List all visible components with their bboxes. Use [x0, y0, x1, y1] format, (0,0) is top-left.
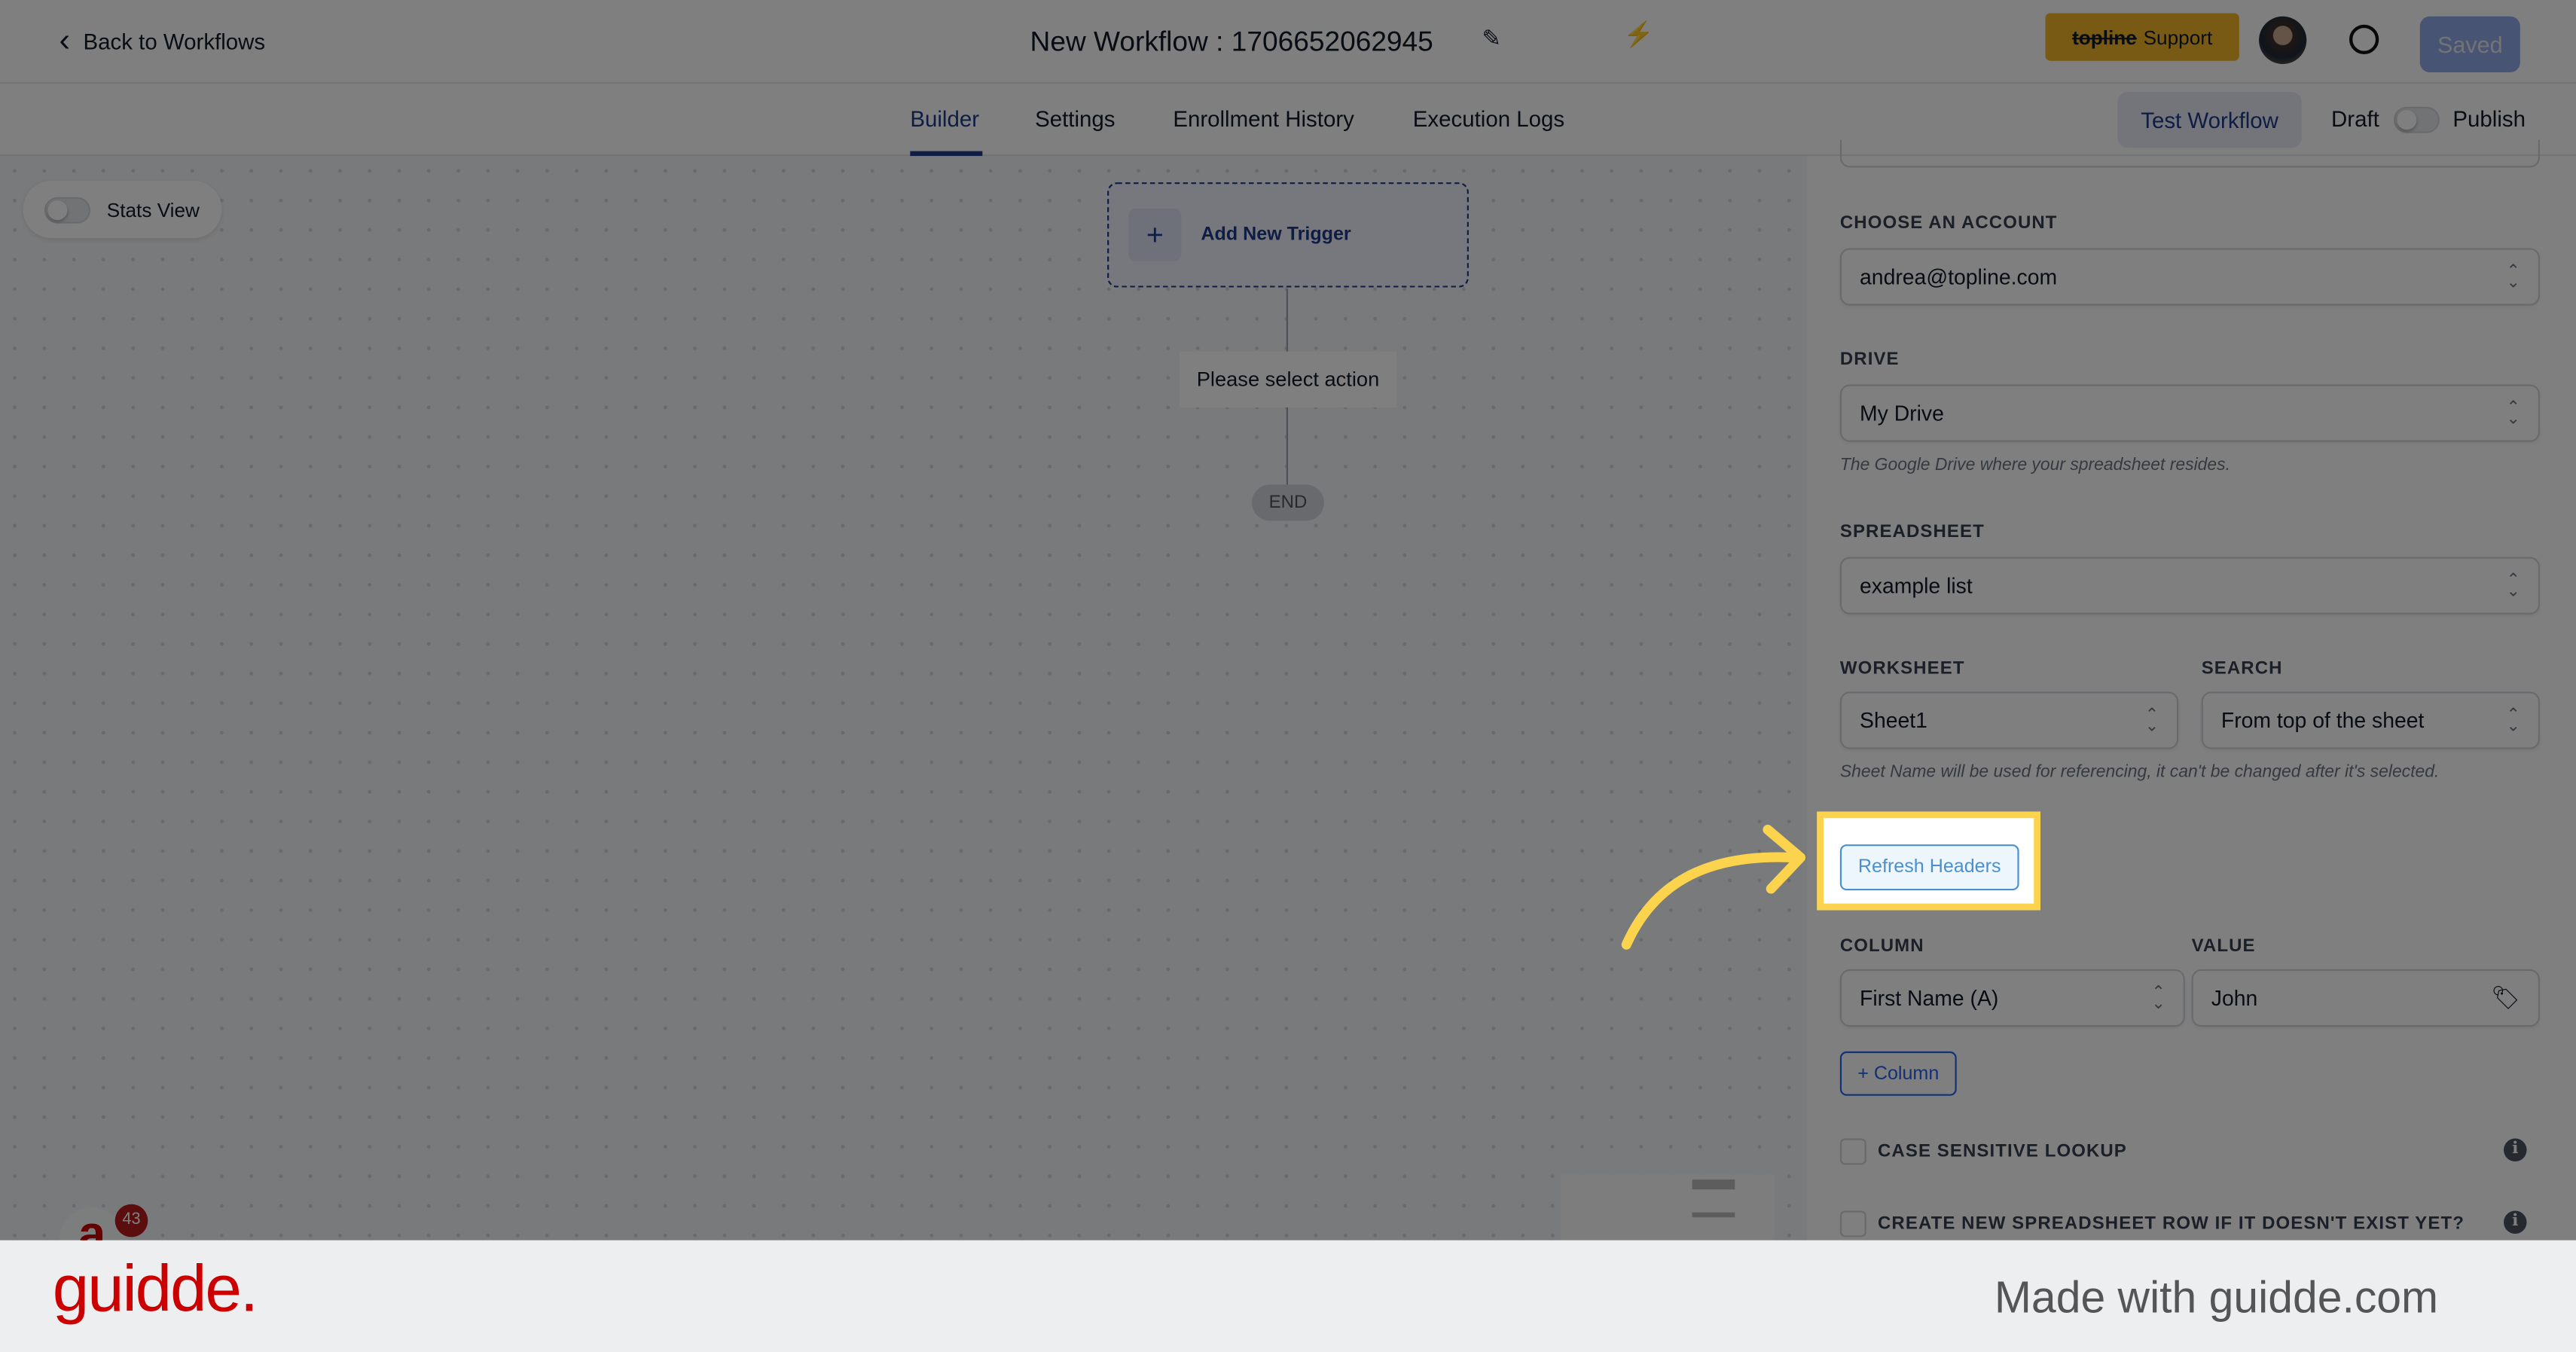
guidde-logo: guidde. [52, 1253, 258, 1326]
pointer-arrow-icon [1621, 824, 1806, 950]
made-with-tagline: Made with guidde.com [1994, 1273, 2439, 1323]
dim-overlay [0, 0, 2576, 1241]
guidde-footer: guidde. Made with guidde.com [0, 1240, 2576, 1352]
refresh-headers-button[interactable]: Refresh Headers [1839, 844, 2019, 891]
highlight-box: Refresh Headers [1817, 811, 2040, 911]
